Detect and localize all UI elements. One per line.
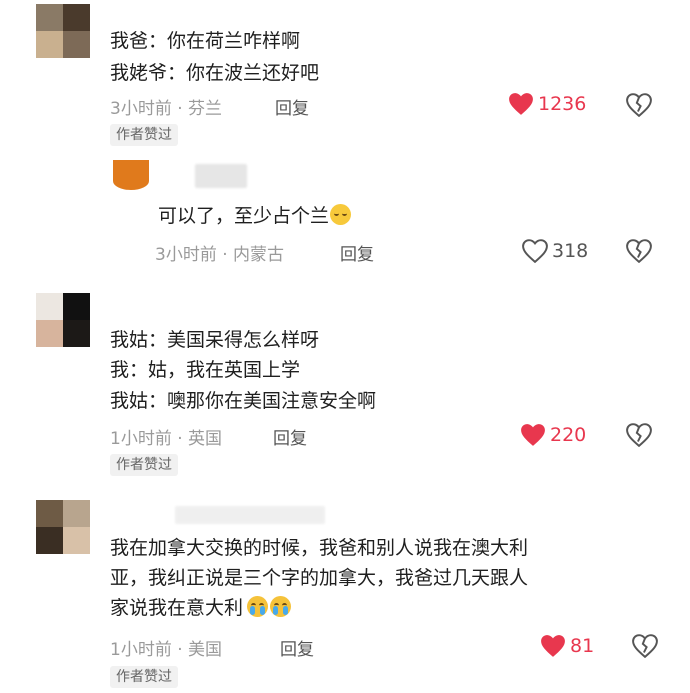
comment-text: 我姑：噢那你在美国注意安全啊 [110, 390, 377, 412]
avatar[interactable] [113, 160, 149, 190]
reply-button[interactable]: 回复 [340, 240, 374, 265]
like-button[interactable]: 220 [520, 423, 586, 447]
username-redacted [195, 164, 247, 188]
comment-time-location: 3小时前 · 内蒙古 [155, 245, 285, 265]
avatar[interactable] [36, 4, 90, 58]
heart-icon [540, 634, 566, 658]
like-button[interactable]: 81 [540, 634, 594, 658]
comment-text: 家说我在意大利 [110, 595, 292, 621]
avatar[interactable] [36, 500, 90, 554]
reply-button[interactable]: 回复 [275, 94, 309, 119]
comment-text: 我姑：美国呆得怎么样呀 [110, 329, 320, 351]
like-button[interactable]: 1236 [508, 92, 586, 116]
author-liked-badge: 作者赞过 [110, 124, 178, 146]
broken-heart-icon[interactable] [626, 423, 652, 447]
author-liked-badge: 作者赞过 [110, 666, 178, 688]
avatar[interactable] [36, 293, 90, 347]
comment-text: 我爸：你在荷兰咋样啊 [110, 30, 301, 52]
loudly-crying-emoji [247, 596, 269, 617]
like-button[interactable]: 318 [522, 239, 588, 263]
reply-button[interactable]: 回复 [273, 424, 307, 449]
author-liked-badge: 作者赞过 [110, 454, 178, 476]
laughing-crying-emoji [330, 204, 352, 225]
comment-text: 我：姑，我在英国上学 [110, 359, 301, 381]
comment-text: 我在加拿大交换的时候，我爸和别人说我在澳大利 [110, 537, 529, 559]
comment-text: 我姥爷：你在波兰还好吧 [110, 62, 320, 84]
loudly-crying-emoji [270, 596, 292, 617]
broken-heart-icon[interactable] [626, 93, 652, 117]
username-redacted [175, 506, 325, 524]
heart-icon [508, 92, 534, 116]
like-count: 1236 [538, 93, 587, 115]
like-count: 318 [552, 240, 589, 262]
reply-button[interactable]: 回复 [280, 635, 314, 660]
heart-icon [520, 423, 546, 447]
comment-time-location: 3小时前 · 芬兰 [110, 99, 223, 119]
broken-heart-icon[interactable] [626, 239, 652, 263]
comment-text: 可以了，至少占个兰 [158, 203, 352, 229]
like-count: 220 [550, 424, 587, 446]
comment-text: 亚，我纠正说是三个字的加拿大，我爸过几天跟人 [110, 567, 529, 589]
like-count: 81 [570, 635, 595, 657]
heart-icon [522, 239, 548, 263]
broken-heart-icon[interactable] [632, 634, 658, 658]
comment-time-location: 1小时前 · 英国 [110, 429, 223, 449]
comment-time-location: 1小时前 · 美国 [110, 640, 223, 660]
